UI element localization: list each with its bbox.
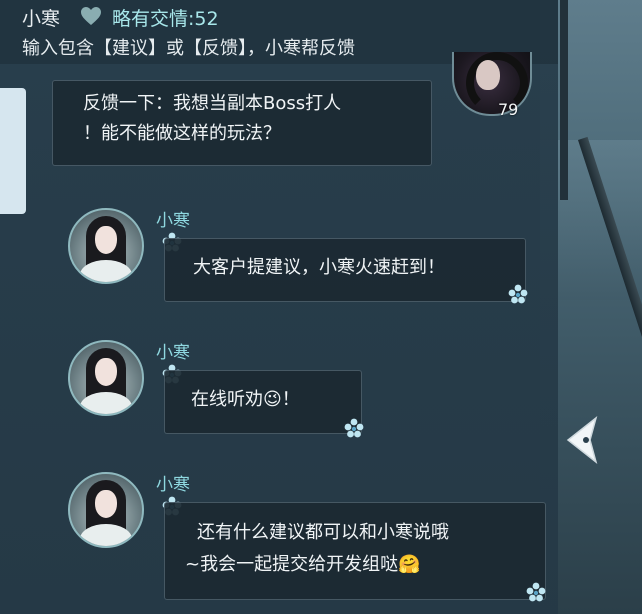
flower-icon xyxy=(526,582,546,602)
feedback-hint: 输入包含【建议】或【反馈】，小寒帮反馈 xyxy=(22,38,355,59)
message-text: 在线听劝 xyxy=(191,389,263,410)
npc-title-name: 小寒 xyxy=(22,8,61,30)
hug-emoji-icon: 🤗 xyxy=(398,554,421,575)
flower-icon xyxy=(344,418,364,438)
message-text: ！ xyxy=(281,389,300,410)
background-post xyxy=(560,0,568,200)
affinity-level: 略有交情:52 xyxy=(112,8,219,30)
npc-name: 小寒 xyxy=(156,343,190,363)
npc-name: 小寒 xyxy=(156,211,190,231)
npc-name: 小寒 xyxy=(156,475,190,495)
message-text-line: 还有什么建议都可以和小寒说哦 xyxy=(197,522,449,543)
user-avatar[interactable] xyxy=(452,52,532,116)
npc-message-bubble: 大客户提建议，小寒火速赶到！ xyxy=(164,238,526,302)
npc-message-bubble: 在线听劝😉！ xyxy=(164,370,362,434)
npc-avatar[interactable] xyxy=(68,340,144,416)
npc-message-bubble: 还有什么建议都可以和小寒说哦 ~我会一起提交给开发组哒🤗 xyxy=(164,502,546,600)
message-text: ~我会一起提交给开发组哒 xyxy=(185,554,399,575)
chat-panel: 小寒 略有交情:52 输入包含【建议】或【反馈】，小寒帮反馈 反馈一下：我想当副… xyxy=(0,0,558,614)
heart-icon xyxy=(81,7,101,25)
chevron-left-icon[interactable] xyxy=(560,414,604,466)
npc-avatar[interactable] xyxy=(68,472,144,548)
wink-emoji-icon: 😉 xyxy=(263,389,282,410)
user-message-bubble: 反馈一下：我想当副本Boss打人 ！能不能做这样的玩法？ xyxy=(52,80,432,166)
message-text-line: 大客户提建议，小寒火速赶到！ xyxy=(193,257,445,278)
npc-avatar[interactable] xyxy=(68,208,144,284)
side-tab[interactable] xyxy=(0,88,26,214)
user-level: 79 xyxy=(498,100,519,119)
flower-icon xyxy=(508,284,528,304)
